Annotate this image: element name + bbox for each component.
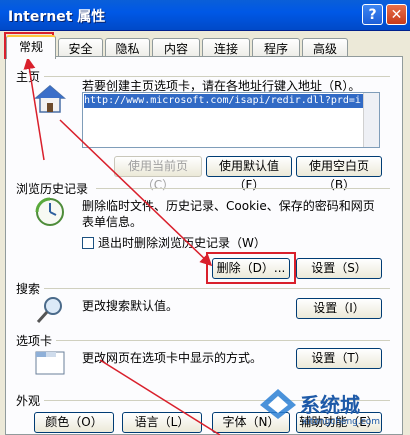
watermark-logo-icon [260, 389, 296, 419]
watermark-url: xitongcheng.com [302, 417, 380, 427]
watermark-text: 系统城 [300, 393, 360, 417]
tab-general[interactable]: 常规 [6, 35, 56, 59]
annotation-arrows [23, 57, 221, 435]
watermark: 系统城 xitongcheng.com [258, 385, 410, 435]
